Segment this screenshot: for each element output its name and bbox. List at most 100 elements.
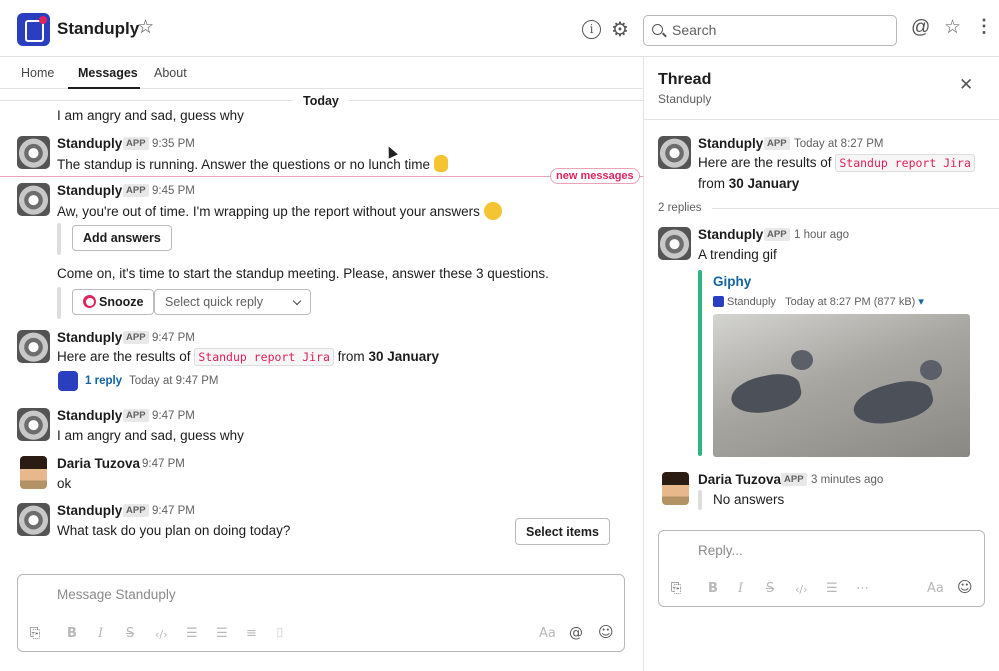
strike-icon[interactable]: S: [766, 581, 774, 596]
tab-home[interactable]: Home: [21, 66, 54, 80]
message-time[interactable]: 9:35 PM: [152, 138, 195, 150]
composer-placeholder: Message Standuply: [57, 587, 176, 602]
message-sender[interactable]: Daria Tuzova: [57, 456, 140, 471]
message-sender[interactable]: Standuply: [57, 330, 122, 345]
reply-time: Today at 9:47 PM: [129, 375, 219, 387]
avatar[interactable]: [662, 472, 689, 505]
channel-tabs: Home Messages About: [0, 57, 643, 89]
message-text: I am angry and sad, guess why: [57, 428, 244, 443]
avatar[interactable]: [658, 136, 691, 169]
code-icon[interactable]: ‹/›: [155, 628, 168, 641]
message-date: 30 January: [368, 349, 439, 364]
message-time[interactable]: 9:47 PM: [152, 332, 195, 344]
select-items-button[interactable]: Select items: [515, 518, 610, 545]
message-time[interactable]: 9:47 PM: [142, 458, 185, 470]
attach-icon[interactable]: ⎘: [671, 581, 681, 596]
message-sender[interactable]: Standuply: [57, 408, 122, 423]
avatar[interactable]: [17, 408, 50, 441]
emoji-icon[interactable]: ☺: [598, 623, 614, 641]
kebab-icon[interactable]: ⋮: [975, 16, 993, 37]
pigeon-shape: [849, 374, 937, 432]
starred-icon[interactable]: ☆: [944, 16, 961, 39]
code-icon[interactable]: ‹/›: [795, 583, 808, 596]
emoji-icon[interactable]: ☺: [957, 578, 973, 596]
at-icon[interactable]: @: [911, 17, 930, 39]
message-date: 30 January: [728, 176, 800, 191]
avatar[interactable]: [658, 227, 691, 260]
thread-subtitle[interactable]: Standuply: [658, 92, 711, 106]
bold-icon[interactable]: B: [67, 626, 77, 641]
snooze-button[interactable]: Snooze: [72, 289, 155, 315]
ordered-list-icon[interactable]: ☰: [186, 626, 198, 641]
format-icon[interactable]: Aa: [927, 581, 944, 596]
tab-about[interactable]: About: [154, 66, 187, 80]
pigeon-shape: [791, 350, 813, 370]
bold-icon[interactable]: B: [708, 581, 718, 596]
message-time[interactable]: Today at 8:27 PM: [794, 138, 884, 150]
close-icon[interactable]: ✕: [959, 75, 973, 95]
italic-icon[interactable]: I: [738, 581, 743, 596]
avatar[interactable]: [17, 330, 50, 363]
thread-reply-composer[interactable]: Reply... ⎘ B I S ‹/› ☰ ⋯ Aa ☺: [658, 530, 985, 607]
message-text: ok: [57, 476, 72, 491]
avatar[interactable]: [20, 456, 47, 489]
pointing-up-emoji-icon: [433, 155, 448, 172]
chevron-down-icon: [292, 296, 302, 306]
app-badge: APP: [764, 137, 790, 150]
message-text: No answers: [713, 492, 785, 507]
search-box[interactable]: [643, 15, 897, 46]
strike-icon[interactable]: S: [126, 626, 134, 641]
giphy-meta: Standuply Today at 8:27 PM (877 kB) ▾: [713, 295, 924, 308]
thread-divider: [644, 119, 999, 120]
star-icon[interactable]: ☆: [137, 16, 154, 39]
day-divider-label[interactable]: Today: [293, 94, 349, 108]
giphy-title-link[interactable]: Giphy: [713, 274, 751, 289]
message-text: I am angry and sad, guess why: [57, 108, 244, 123]
info-icon[interactable]: i: [582, 20, 601, 39]
thread-title: Thread: [658, 71, 712, 88]
message-body: Here are the results of: [698, 155, 832, 170]
quick-reply-select[interactable]: Select quick reply: [154, 289, 311, 315]
message-time[interactable]: 9:47 PM: [152, 505, 195, 517]
pigeons-gif[interactable]: [713, 314, 970, 457]
message-time[interactable]: 9:45 PM: [152, 185, 195, 197]
italic-icon[interactable]: I: [98, 626, 103, 641]
replies-divider: [712, 208, 999, 209]
search-icon: [652, 24, 663, 35]
message-time[interactable]: 1 hour ago: [794, 229, 849, 241]
message-sender[interactable]: Standuply: [57, 136, 122, 151]
app-logo-icon: [17, 13, 50, 46]
message-time[interactable]: 3 minutes ago: [811, 474, 883, 486]
bullet-list-icon[interactable]: ☰: [216, 626, 228, 641]
add-answers-button[interactable]: Add answers: [72, 225, 172, 251]
message-sender[interactable]: Standuply: [698, 227, 763, 242]
gear-icon[interactable]: ⚙: [611, 17, 629, 42]
message-body: The standup is running. Answer the quest…: [57, 157, 430, 172]
message-sender[interactable]: Daria Tuzova: [698, 472, 781, 487]
message-time[interactable]: 9:47 PM: [152, 410, 195, 422]
format-icon[interactable]: Aa: [539, 626, 556, 641]
reply-placeholder: Reply...: [698, 543, 743, 558]
attach-icon[interactable]: ⎘: [30, 626, 40, 641]
list-icon[interactable]: ☰: [826, 581, 838, 596]
message-text: Come on, it's time to start the standup …: [57, 266, 549, 281]
message-text: Here are the results of Standup report J…: [698, 154, 975, 172]
avatar[interactable]: [17, 503, 50, 536]
mention-icon[interactable]: @: [569, 625, 583, 641]
tab-messages[interactable]: Messages: [78, 66, 138, 80]
avatar[interactable]: [17, 136, 50, 169]
reply-count-link[interactable]: 1 reply: [85, 375, 122, 387]
message-composer[interactable]: Message Standuply ⎘ B I S ‹/› ☰ ☰ ≡ ⌷ Aa…: [17, 574, 625, 652]
new-messages-line: [0, 176, 643, 177]
more-icon[interactable]: ⋯: [856, 581, 869, 596]
new-messages-label: new messages: [550, 168, 640, 184]
caret-down-icon[interactable]: ▾: [918, 296, 924, 308]
channel-title[interactable]: Standuply: [57, 19, 139, 39]
indent-icon[interactable]: ≡: [246, 626, 257, 641]
message-sender[interactable]: Standuply: [57, 503, 122, 518]
avatar[interactable]: [17, 183, 50, 216]
message-sender[interactable]: Standuply: [698, 136, 763, 151]
code-block-icon[interactable]: ⌷: [276, 626, 284, 641]
search-input[interactable]: [672, 22, 882, 38]
message-sender[interactable]: Standuply: [57, 183, 122, 198]
